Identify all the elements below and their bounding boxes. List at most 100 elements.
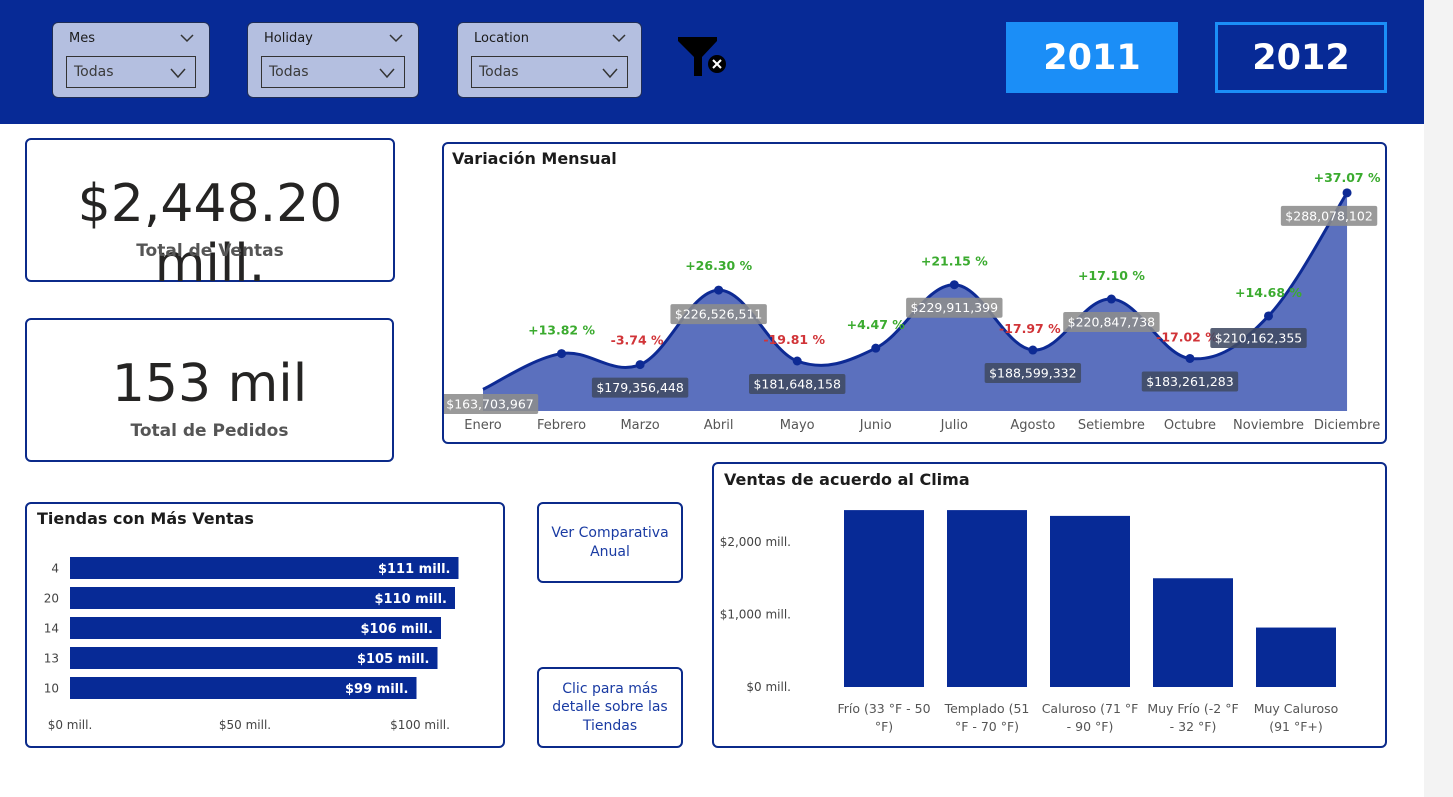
variation-label: -17.02 % (1156, 329, 1218, 344)
slicer-location[interactable]: Location Todas (457, 22, 642, 98)
y-tick-label: $0 mill. (746, 680, 791, 694)
value-label: $163,703,967 (444, 394, 539, 414)
y-tick-label: 13 (44, 652, 59, 666)
data-label: $188,599,332 (989, 366, 1076, 381)
clear-filter-icon[interactable] (677, 36, 727, 80)
x-tick-label: $100 mill. (390, 718, 450, 732)
variation-label: +21.15 % (921, 254, 988, 269)
y-tick-label: $2,000 mill. (720, 535, 791, 549)
data-point (1342, 188, 1352, 198)
bar (1153, 578, 1233, 687)
kpi-total-sales-value: $2,448.20 mill. (77, 174, 343, 294)
bar (1256, 627, 1336, 687)
slicer-title: Location (474, 31, 529, 46)
x-tick-label: Mayo (780, 418, 815, 433)
x-tick-label: °F - 70 °F) (955, 719, 1019, 734)
value-label: $181,648,158 (749, 373, 846, 394)
bar-value-label: $105 mill. (357, 652, 430, 667)
weather-sales-card: Ventas de acuerdo al Clima $0 mill. $1,00… (712, 462, 1387, 748)
y-tick-label: 4 (51, 562, 59, 576)
x-tick-label: $50 mill. (219, 718, 271, 732)
chevron-down-icon (170, 68, 186, 79)
data-point (557, 349, 567, 359)
value-label: $288,078,102 (1280, 205, 1378, 226)
slicer-value: Todas (269, 64, 309, 80)
chevron-down-icon[interactable] (611, 30, 627, 46)
stores-detail-button[interactable]: Clic para más detalle sobre las Tiendas (537, 667, 683, 748)
data-label: $229,911,399 (911, 300, 999, 315)
data-point (1264, 311, 1273, 321)
x-tick-label: (91 °F+) (1269, 719, 1323, 734)
y-tick-label: 10 (44, 682, 59, 696)
year-2011-button[interactable]: 2011 (1006, 22, 1178, 93)
data-label: $210,162,355 (1215, 330, 1302, 345)
data-point (1028, 345, 1038, 355)
x-tick-label: Marzo (620, 418, 659, 433)
x-tick-label: - 32 °F) (1170, 719, 1217, 734)
data-point (1106, 294, 1116, 304)
bar (844, 510, 924, 687)
data-point (1185, 353, 1195, 363)
slicer-mes[interactable]: Mes Todas (52, 22, 210, 98)
chevron-down-icon (379, 68, 395, 79)
chevron-down-icon (602, 68, 618, 79)
kpi-total-sales-label: Total de Ventas (136, 241, 284, 261)
variation-label: -19.81 % (763, 332, 825, 347)
slicer-title: Mes (69, 31, 95, 46)
variation-label: +17.10 % (1078, 268, 1145, 283)
variation-label: +14.68 % (1235, 285, 1302, 300)
x-tick-label: Diciembre (1314, 418, 1380, 433)
chevron-down-icon[interactable] (179, 30, 195, 46)
bar-value-label: $110 mill. (374, 592, 447, 607)
slicer-dropdown[interactable]: Todas (261, 56, 405, 88)
chevron-down-icon[interactable] (388, 30, 404, 46)
value-label: $183,261,283 (1141, 371, 1239, 392)
top-stores-card: Tiendas con Más Ventas 4 $111 mill. 20 $110… (25, 502, 505, 748)
x-tick-label: Caluroso (71 °F (1042, 701, 1139, 716)
kpi-total-orders-label: Total de Pedidos (130, 421, 289, 441)
x-tick-label: Muy Frío (-2 °F (1147, 701, 1238, 716)
kpi-total-orders-value: 153 mil (111, 354, 308, 414)
x-tick-label: Abril (704, 418, 734, 433)
data-label: $288,078,102 (1285, 208, 1372, 223)
value-label: $220,847,738 (1063, 312, 1160, 333)
bar-value-label: $106 mill. (360, 622, 433, 637)
value-label: $210,162,355 (1210, 327, 1307, 348)
data-point (635, 360, 645, 370)
value-label: $179,356,448 (591, 377, 689, 398)
x-tick-label: Junio (859, 418, 892, 433)
slicer-holiday[interactable]: Holiday Todas (247, 22, 419, 98)
x-tick-label: Setiembre (1078, 418, 1145, 433)
x-tick-label: Templado (51 (944, 701, 1030, 716)
compare-annual-button[interactable]: Ver Comparativa Anual (537, 502, 683, 583)
x-tick-label: Febrero (537, 418, 586, 433)
x-tick-label: - 90 °F) (1067, 719, 1114, 734)
data-point (871, 343, 881, 353)
value-label: $226,526,511 (670, 304, 767, 325)
monthly-variation-chart: +13.82 % -3.74 % +26.30 % -19.81 % +4.47 % +2… (444, 170, 1381, 433)
value-label: $229,911,399 (906, 297, 1003, 318)
monthly-variation-card: Variación Mensual +13.82 % -3.74 % +26.30 … (442, 142, 1387, 444)
x-tick-label: Muy Caluroso (1254, 701, 1339, 716)
y-tick-label: $1,000 mill. (720, 608, 791, 622)
data-label: $183,261,283 (1146, 374, 1233, 389)
data-point (792, 356, 802, 366)
slicer-dropdown[interactable]: Todas (471, 56, 628, 88)
year-2012-button[interactable]: 2012 (1215, 22, 1387, 93)
bar (1050, 515, 1130, 687)
slicer-dropdown[interactable]: Todas (66, 56, 196, 88)
data-label: $179,356,448 (596, 380, 684, 395)
y-tick-label: 14 (44, 622, 59, 636)
data-label: $220,847,738 (1068, 315, 1156, 330)
x-tick-label: $0 mill. (48, 718, 93, 732)
variation-label: +13.82 % (528, 323, 595, 338)
bar (947, 510, 1027, 687)
data-point (949, 280, 959, 290)
slicer-value: Todas (479, 64, 519, 80)
variation-label: -3.74 % (611, 333, 664, 348)
slicer-value: Todas (74, 64, 114, 80)
slicer-title: Holiday (264, 31, 313, 46)
x-tick-label: Agosto (1010, 418, 1055, 433)
data-point (714, 285, 724, 295)
bar-value-label: $99 mill. (345, 682, 409, 697)
